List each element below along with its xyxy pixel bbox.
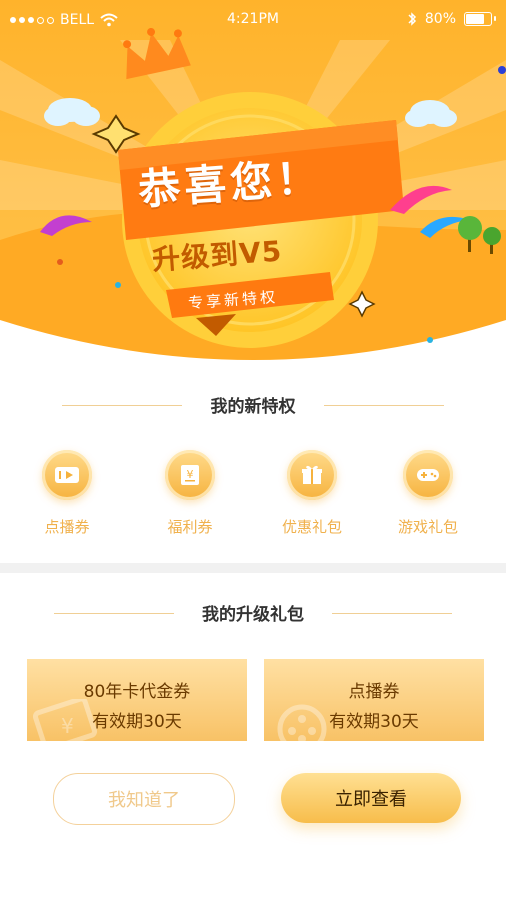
- privilege-item-welfare-ticket[interactable]: ¥ 福利券: [140, 450, 240, 537]
- coupon-card[interactable]: 点播券 有效期30天: [264, 659, 484, 741]
- hero-banner: BELL 4:21PM 80% 恭喜您！ 升级到V5 专享新特权: [0, 0, 506, 380]
- privileges-section-header: 我的新特权: [0, 392, 506, 418]
- privilege-label: 优惠礼包: [281, 518, 342, 536]
- yen-ticket-icon: ¥: [165, 450, 215, 500]
- status-bar: BELL 4:21PM 80%: [0, 0, 506, 40]
- gamepad-icon: [403, 450, 453, 500]
- upgrade-screen: BELL 4:21PM 80% 恭喜您！ 升级到V5 专享新特权 我的新特权 点…: [0, 0, 506, 900]
- privilege-label: 游戏礼包: [397, 518, 458, 536]
- privilege-label: 点播券: [44, 518, 90, 536]
- battery-percentage: 80%: [424, 11, 456, 27]
- privilege-label: 福利券: [167, 518, 213, 536]
- bluetooth-icon: [408, 12, 416, 26]
- gift-icon: [287, 450, 337, 500]
- privileges-grid: 点播券 ¥ 福利券 优惠礼包 游戏礼包: [0, 450, 506, 545]
- section-divider: [0, 563, 506, 573]
- coupon-title: 80年卡代金券: [83, 682, 191, 702]
- coupon-notch: [241, 665, 247, 735]
- upgrade-section-title: 我的升级礼包: [188, 600, 318, 625]
- coupon-validity: 有效期30天: [329, 712, 419, 732]
- coupon-notch: [478, 665, 484, 735]
- coupon-card[interactable]: ¥ 80年卡代金券 有效期30天: [27, 659, 247, 741]
- play-ticket-icon: [42, 450, 92, 500]
- privilege-item-game-pack[interactable]: 游戏礼包: [378, 450, 478, 537]
- svg-text:¥: ¥: [187, 468, 194, 481]
- coupon-validity: 有效期30天: [92, 712, 182, 732]
- battery-icon: [464, 12, 496, 26]
- got-it-button[interactable]: 我知道了: [53, 773, 235, 825]
- view-now-button[interactable]: 立即查看: [281, 773, 461, 823]
- privileges-section-title: 我的新特权: [196, 392, 310, 417]
- privilege-item-discount-pack[interactable]: 优惠礼包: [262, 450, 362, 537]
- coupon-title: 点播券: [348, 682, 400, 702]
- congrats-headline: 恭喜您！: [136, 152, 324, 215]
- privilege-item-play-ticket[interactable]: 点播券: [17, 450, 117, 537]
- upgrade-section-header: 我的升级礼包: [0, 600, 506, 626]
- status-right: 80%: [407, 11, 496, 27]
